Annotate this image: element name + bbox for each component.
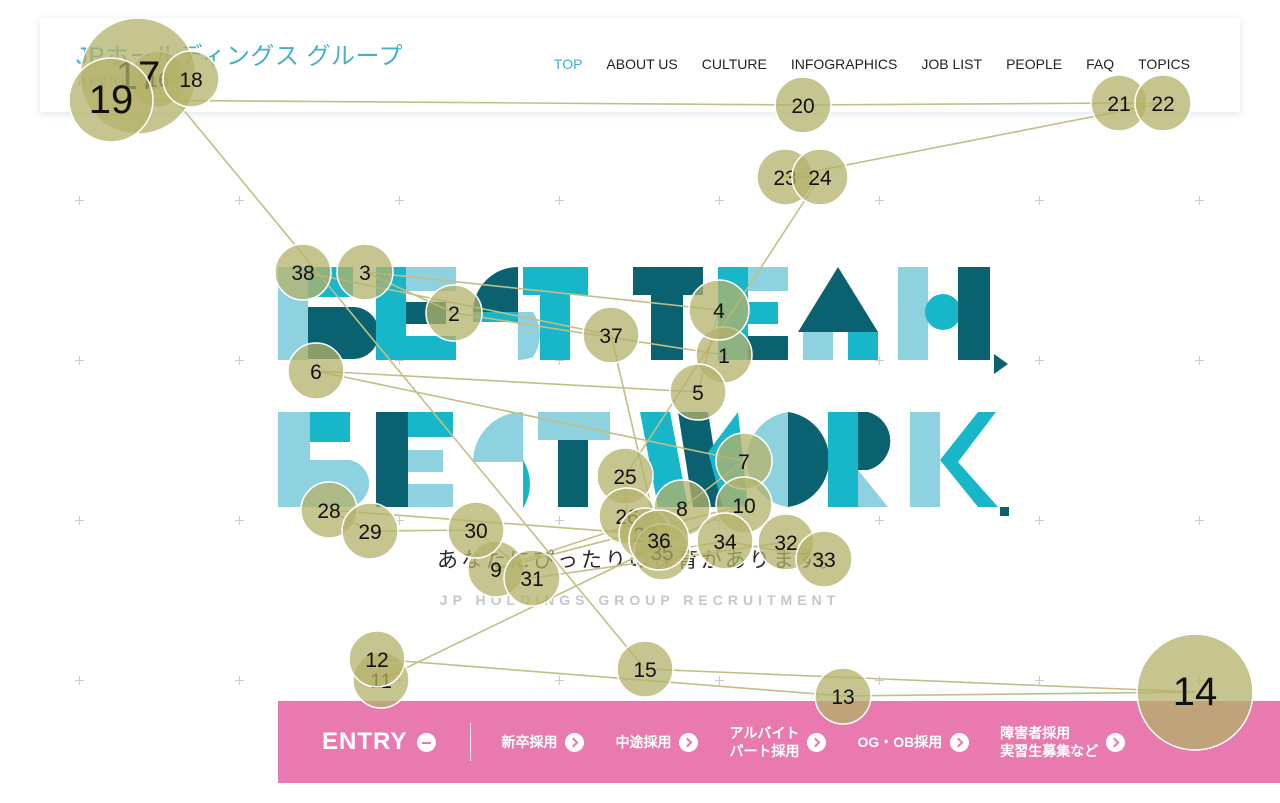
hero-headline	[278, 267, 1009, 516]
entry-link-label: 新卒採用	[501, 734, 558, 750]
gaze-connector	[376, 658, 844, 697]
grid-plus-mark	[1195, 356, 1204, 365]
grid-plus-mark	[75, 516, 84, 525]
grid-plus-mark	[235, 676, 244, 685]
grid-plus-mark	[715, 676, 724, 685]
chevron-right-icon	[565, 732, 585, 752]
logo[interactable]: JPホールディングス グループ	[76, 36, 403, 71]
grid-plus-mark	[235, 196, 244, 205]
gaze-fixation-label: 30	[464, 520, 487, 543]
gaze-fixation-label: 23	[773, 167, 796, 190]
grid-plus-mark	[75, 676, 84, 685]
nav-job-list[interactable]: JOB LIST	[921, 56, 982, 72]
grid-plus-mark	[75, 356, 84, 365]
gaze-connector	[784, 102, 1164, 178]
gaze-fixation-label: 24	[808, 167, 832, 190]
grid-plus-mark	[1195, 196, 1204, 205]
chevron-right-icon	[807, 732, 827, 752]
main-nav: TOP ABOUT US CULTURE INFOGRAPHICS JOB LI…	[554, 56, 1190, 72]
gaze-fixation: 24	[791, 148, 849, 206]
grid-plus-mark	[875, 196, 884, 205]
label-line-1: アルバイト	[729, 725, 800, 741]
label-line-1: 障害者採用	[1000, 725, 1071, 741]
entry-link-alumni[interactable]: OG・OB採用	[857, 732, 970, 752]
gaze-connector	[369, 529, 477, 532]
logo-subtitle: RECRUITMENT	[78, 76, 192, 88]
gaze-fixation-label: 15	[633, 659, 656, 682]
hero-tagline: あなたにぴったりの保育があります。	[437, 549, 843, 572]
nav-topics[interactable]: TOPICS	[1138, 56, 1190, 72]
gaze-fixation: 23	[756, 148, 814, 206]
entry-divider	[470, 723, 472, 761]
grid-plus-mark	[875, 676, 884, 685]
grid-plus-mark	[1035, 676, 1044, 685]
grid-plus-mark	[555, 676, 564, 685]
site-header: JPホールディングス グループ RECRUITMENT TOP ABOUT US…	[40, 18, 1240, 112]
side-photo-fragment	[0, 58, 6, 168]
grid-plus-mark	[235, 356, 244, 365]
label-line-2: パート採用	[729, 743, 800, 759]
entry-link-new-grad[interactable]: 新卒採用	[501, 732, 585, 752]
grid-plus-mark	[235, 516, 244, 525]
label-line-2: 実習生募集など	[1000, 743, 1099, 759]
grid-plus-mark	[395, 196, 404, 205]
entry-toggle[interactable]: ENTRY	[322, 728, 437, 756]
grid-plus-mark	[1195, 516, 1204, 525]
nav-culture[interactable]: CULTURE	[702, 56, 767, 72]
nav-people[interactable]: PEOPLE	[1006, 56, 1062, 72]
grid-plus-mark	[395, 676, 404, 685]
nav-top[interactable]: TOP	[554, 56, 583, 72]
entry-link-disability[interactable]: 障害者採用 実習生募集など	[1000, 724, 1126, 760]
entry-link-mid-career[interactable]: 中途採用	[615, 732, 699, 752]
chevron-right-icon	[1106, 732, 1126, 752]
entry-link-label: OG・OB採用	[857, 734, 943, 750]
gaze-fixation: 12	[348, 630, 406, 688]
entry-link-label: 障害者採用 実習生募集など	[1000, 724, 1098, 760]
nav-about-us[interactable]: ABOUT US	[606, 56, 677, 72]
chevron-right-icon	[679, 732, 699, 752]
entry-link-part-time[interactable]: アルバイト パート採用	[729, 724, 827, 760]
gaze-fixation: 11	[352, 651, 410, 709]
entry-link-label: 中途採用	[615, 734, 672, 750]
gaze-fixation-label: 12	[365, 649, 388, 672]
grid-plus-mark	[1195, 676, 1204, 685]
grid-plus-mark	[75, 196, 84, 205]
gaze-connector	[376, 658, 382, 681]
grid-plus-mark	[555, 196, 564, 205]
gaze-connector	[644, 668, 1196, 693]
nav-infographics[interactable]: INFOGRAPHICS	[791, 56, 898, 72]
grid-plus-mark	[1035, 516, 1044, 525]
chevron-right-icon	[950, 732, 970, 752]
entry-bar: ENTRY 新卒採用 中途採用 アルバイト パート採用 OG・OB採用 障害者採…	[278, 701, 1280, 783]
entry-link-label: アルバイト パート採用	[729, 724, 799, 760]
grid-plus-mark	[1035, 196, 1044, 205]
hero-subline: JP HOLDINGS GROUP RECRUITMENT	[439, 592, 841, 608]
gaze-fixation-label: 11	[370, 670, 392, 693]
gaze-connector	[842, 691, 1196, 697]
nav-faq[interactable]: FAQ	[1086, 56, 1114, 72]
entry-title: ENTRY	[322, 728, 408, 755]
gaze-fixation: 15	[616, 640, 674, 698]
grid-plus-mark	[715, 196, 724, 205]
gaze-fixation-label: 29	[358, 521, 381, 544]
grid-plus-mark	[1035, 356, 1044, 365]
headline-line1	[278, 267, 1008, 374]
headline-line2	[278, 412, 1009, 516]
collapse-icon	[417, 732, 437, 752]
